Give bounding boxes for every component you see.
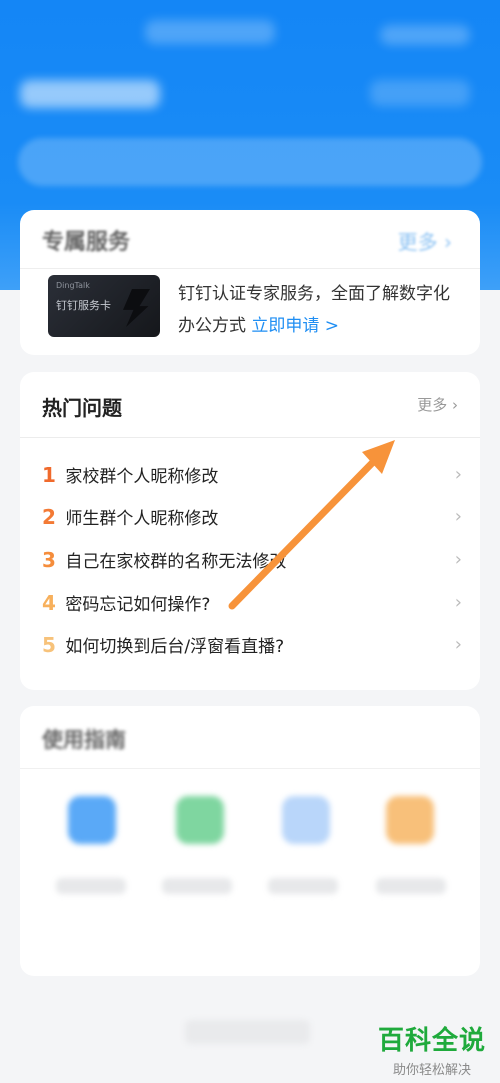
blue-doc-icon[interactable] [68, 796, 116, 844]
chevron-right-icon: › [454, 464, 462, 485]
question-number: 4 [42, 591, 56, 615]
divider [20, 437, 480, 438]
orange-shield-icon[interactable] [386, 796, 434, 844]
watermark-title: 百科全说 [377, 1026, 486, 1056]
apply-now-link[interactable]: 立即申请 > [251, 316, 339, 336]
guide-label [162, 878, 232, 894]
guide-label [56, 878, 126, 894]
search-bar[interactable] [18, 138, 482, 186]
question-text: 如何切换到后台/浮窗看直播? [65, 637, 285, 657]
dingtalk-bolt-icon [123, 289, 150, 327]
hot-questions-title: 热门问题 [42, 396, 122, 420]
question-number: 3 [42, 548, 56, 572]
user-guide-card: 使用指南 [20, 706, 480, 976]
chevron-right-icon: › [454, 592, 462, 613]
chevron-right-icon: › [454, 506, 462, 527]
header-top-blur [145, 20, 275, 44]
chevron-right-icon: › [454, 634, 462, 655]
guide-title: 使用指南 [42, 728, 126, 752]
divider [20, 268, 480, 269]
chevron-right-icon: › [454, 549, 462, 570]
divider [20, 768, 480, 769]
question-item-4[interactable]: 4 密码忘记如何操作? › [42, 590, 462, 620]
exclusive-services-card: 专属服务 更多 › DingTalk 钉钉服务卡 钉钉认证专家服务，全面了解数字… [20, 210, 480, 355]
question-number: 2 [42, 505, 56, 529]
question-text: 自己在家校群的名称无法修改 [65, 552, 287, 572]
watermark-subtitle: 助你轻松解决 [392, 1063, 471, 1078]
guide-label [376, 878, 446, 894]
question-item-5[interactable]: 5 如何切换到后台/浮窗看直播? › [42, 632, 462, 662]
question-text: 家校群个人昵称修改 [65, 467, 219, 487]
services-description: 钉钉认证专家服务，全面了解数字化办公方式 立即申请 > [178, 284, 450, 336]
green-video-icon[interactable] [176, 796, 224, 844]
question-number: 1 [42, 463, 56, 487]
card-name: 钉钉服务卡 [56, 299, 111, 312]
question-number: 5 [42, 633, 56, 657]
hot-questions-card: 热门问题 更多 › 1 家校群个人昵称修改 › 2 师生群个人昵称修改 › 3 … [20, 372, 480, 690]
services-more-link[interactable]: 更多 › [398, 226, 452, 255]
question-text: 密码忘记如何操作? [65, 595, 211, 615]
hot-questions-more-link[interactable]: 更多 › [417, 394, 458, 415]
question-item-3[interactable]: 3 自己在家校群的名称无法修改 › [42, 547, 462, 577]
question-item-2[interactable]: 2 师生群个人昵称修改 › [42, 504, 462, 534]
card-brand: DingTalk [56, 281, 90, 290]
services-title: 专属服务 [42, 230, 131, 255]
question-item-1[interactable]: 1 家校群个人昵称修改 › [42, 462, 462, 492]
header-actions-blur [370, 80, 470, 106]
code-icon[interactable] [282, 796, 330, 844]
header-title-blur [20, 80, 160, 108]
question-text: 师生群个人昵称修改 [65, 509, 219, 529]
header-right-blur [380, 25, 470, 45]
bottom-bar-blur [185, 1020, 310, 1044]
guide-label [268, 878, 338, 894]
watermark: 百科全说 助你轻松解决 [378, 1020, 486, 1078]
service-card-image[interactable]: DingTalk 钉钉服务卡 [48, 275, 160, 337]
